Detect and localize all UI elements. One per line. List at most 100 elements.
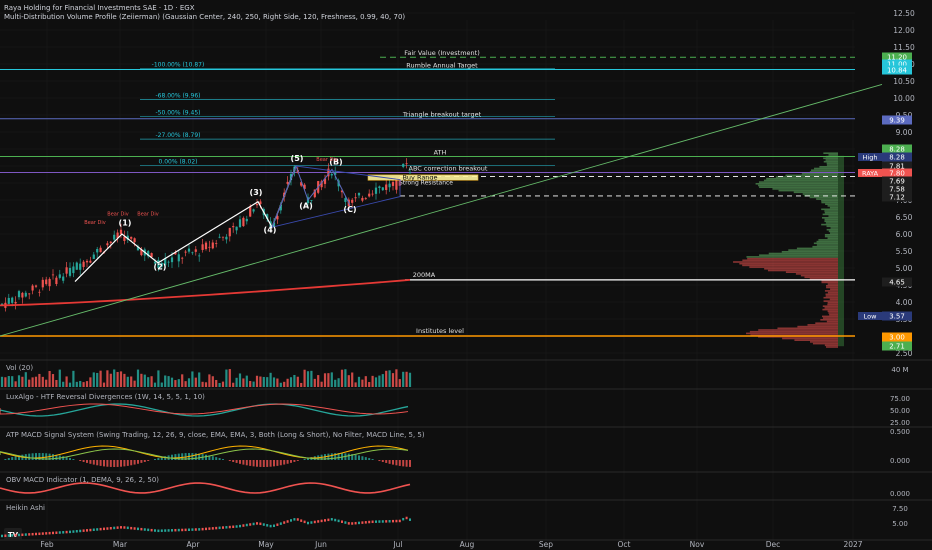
heikin-ashi-candle <box>313 520 316 524</box>
volume-bar <box>79 380 82 387</box>
candle-body <box>368 193 371 197</box>
macd-hist-bar <box>388 460 391 464</box>
volume-pane-label[interactable]: Vol (20) <box>6 364 33 372</box>
volume-bar <box>170 377 174 387</box>
heikin-ashi-candle <box>137 527 139 531</box>
heikin-ashi-candle <box>358 521 360 525</box>
pane-axis-label: 40 M <box>891 366 908 374</box>
macd-hist-bar <box>130 460 133 466</box>
macd-hist-bar <box>89 460 92 464</box>
macd-hist-bar <box>28 453 31 460</box>
volume-bar <box>361 379 364 387</box>
volume-profile-bar <box>821 200 838 202</box>
volume-profile-bar <box>800 274 838 277</box>
candle-body <box>96 248 99 253</box>
volume-bar <box>306 371 310 387</box>
volume-bar <box>113 369 116 387</box>
heikin-ashi-candle <box>330 518 333 521</box>
macd-hist-bar <box>79 460 82 462</box>
volume-bar <box>211 376 214 387</box>
heikin-ashi-candle <box>106 527 109 530</box>
candle-body <box>245 218 248 222</box>
volume-bar <box>102 382 106 387</box>
volume-profile-bar <box>825 295 838 297</box>
heikin-ashi-candle <box>198 528 201 531</box>
volume-profile-bar <box>758 184 838 187</box>
volume-bar <box>89 377 92 387</box>
candle-body <box>238 219 242 228</box>
volume-bar <box>276 378 279 387</box>
luxalgo-pane-label[interactable]: LuxAlgo - HTF Reversal Divergences (1W, … <box>6 393 205 401</box>
time-tick-label: Oct <box>618 540 631 549</box>
volume-bar <box>225 369 228 387</box>
time-tick-label: Jul <box>392 540 402 549</box>
heikin-ashi-candle <box>11 534 14 537</box>
macd-hist-bar <box>381 460 384 463</box>
macd-hist-bar <box>276 460 279 466</box>
volume-bar <box>34 376 38 387</box>
volume-profile-bar <box>824 234 838 236</box>
volume-bar <box>177 379 180 387</box>
volume-profile-bar <box>767 269 838 272</box>
volume-bar <box>221 381 225 387</box>
macd-hist-bar <box>109 460 112 467</box>
candle-body <box>28 293 31 295</box>
price-tag-text: Low <box>864 313 877 321</box>
volume-profile-bar <box>759 186 838 188</box>
macd-hist-bar <box>259 460 262 467</box>
volume-bar <box>238 373 242 387</box>
volume-bar <box>17 375 21 387</box>
volume-profile-bar <box>763 179 838 182</box>
macd-hist-bar <box>269 460 272 467</box>
heikin-pane-label[interactable]: Heikin Ashi <box>6 504 45 512</box>
macd-hist-bar <box>72 459 75 460</box>
obv-pane-label[interactable]: OBV MACD Indicator (1, DEMA, 9, 26, 2, 5… <box>6 476 159 484</box>
heikin-ashi-candle <box>215 526 218 530</box>
macd-hist-bar <box>222 459 224 460</box>
volume-profile-bar <box>793 191 838 194</box>
candle-body <box>7 297 10 304</box>
volume-bar <box>303 369 306 387</box>
heikin-ashi-candle <box>48 531 51 535</box>
macd-hist-bar <box>249 460 252 466</box>
heikin-ashi-candle <box>58 531 61 534</box>
volume-bar <box>255 375 259 387</box>
macd-hist-bar <box>106 460 109 467</box>
candle-body <box>357 192 361 196</box>
heikin-ashi-candle <box>344 521 347 524</box>
volume-profile-bar <box>807 324 838 326</box>
volume-bar <box>286 378 289 387</box>
price-tick-label: 5.00 <box>896 264 913 273</box>
volume-bar <box>143 374 146 387</box>
price-tick-label: 10.50 <box>893 77 915 86</box>
heikin-ashi-candle <box>154 529 156 532</box>
candle-body <box>167 261 170 263</box>
candle-body <box>75 262 78 270</box>
volume-bar <box>75 381 78 387</box>
heikin-ashi-candle <box>82 529 85 532</box>
heikin-ashi-candle <box>354 521 357 525</box>
macd-hist-bar <box>62 456 65 460</box>
volume-bar <box>184 381 187 387</box>
institutes-label: Institutes level <box>416 327 464 335</box>
volume-profile-bar <box>815 322 838 324</box>
heikin-ashi-candle <box>41 532 44 535</box>
volume-profile-bar <box>794 339 838 341</box>
price-label-text: 3.00 <box>889 334 905 342</box>
time-tick-label: Mar <box>113 540 128 549</box>
macd-hist-bar <box>86 460 88 463</box>
macd-hist-bar <box>385 460 388 463</box>
heikin-ashi-candle <box>45 532 48 535</box>
macd-hist-bar <box>402 460 405 467</box>
macd-pane-label[interactable]: ATP MACD Signal System (Swing Trading, 1… <box>6 431 425 439</box>
volume-bar <box>198 372 201 387</box>
macd-hist-bar <box>242 460 245 465</box>
volume-bar <box>300 382 303 387</box>
volume-bar <box>72 370 75 387</box>
heikin-ashi-candle <box>55 531 58 534</box>
heikin-ashi-candle <box>375 520 377 523</box>
macd-hist-bar <box>283 460 286 465</box>
candle-body <box>381 187 384 191</box>
volume-bar <box>201 381 204 387</box>
macd-hist-bar <box>256 460 258 467</box>
